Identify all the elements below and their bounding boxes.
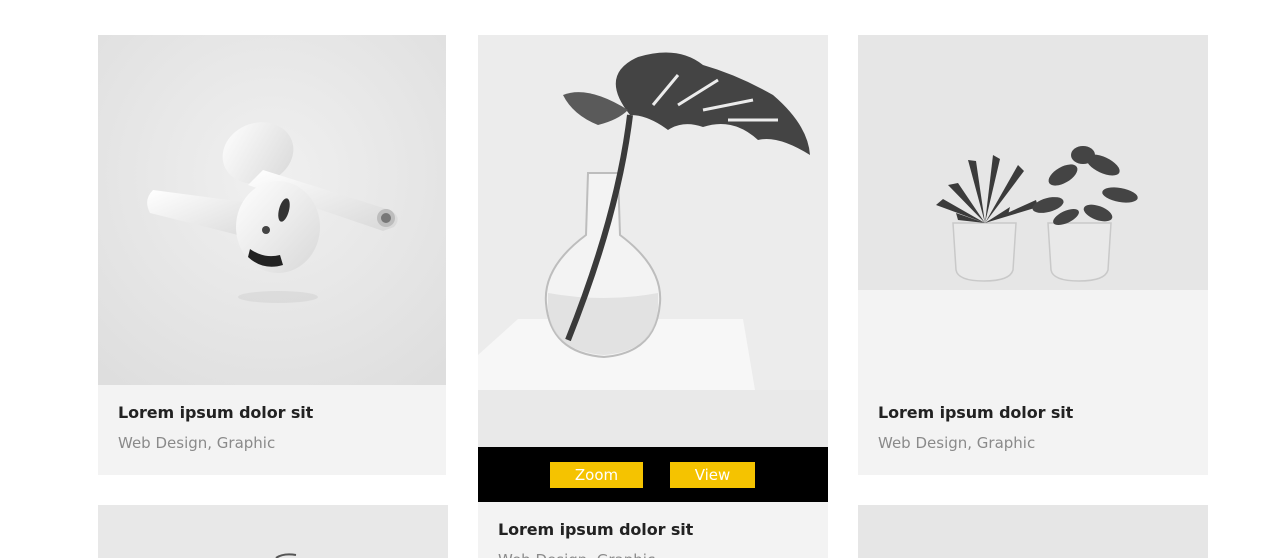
portfolio-card[interactable]: Lorem ipsum dolor sit Web Design, Graphi…	[98, 35, 446, 475]
portfolio-card[interactable]: Lorem ipsum dolor sit Web Design, Graphi…	[858, 35, 1208, 475]
card-categories: Web Design, Graphic	[118, 434, 276, 452]
portfolio-card-next-row[interactable]	[858, 505, 1208, 558]
card-action-bar: Zoom View	[478, 447, 828, 502]
card-title[interactable]: Lorem ipsum dolor sit	[878, 403, 1073, 423]
card-categories: Web Design, Graphic	[878, 434, 1036, 452]
portfolio-card-hovered[interactable]: Zoom View Lorem ipsum dolor sit Web Desi…	[478, 35, 828, 558]
card-categories: Web Design, Graphic	[498, 550, 693, 558]
earbuds-icon[interactable]	[98, 35, 446, 385]
portfolio-card-next-row[interactable]	[98, 505, 448, 558]
view-button[interactable]: View	[670, 462, 755, 488]
card-title[interactable]: Lorem ipsum dolor sit	[498, 520, 693, 540]
succulent-pots-icon[interactable]	[858, 35, 1208, 385]
thumbnail-image-icon	[98, 505, 448, 558]
portfolio-grid: Lorem ipsum dolor sit Web Design, Graphi…	[0, 0, 1270, 558]
card-title[interactable]: Lorem ipsum dolor sit	[118, 403, 313, 423]
zoom-button[interactable]: Zoom	[550, 462, 643, 488]
monstera-vase-icon[interactable]	[478, 35, 828, 447]
